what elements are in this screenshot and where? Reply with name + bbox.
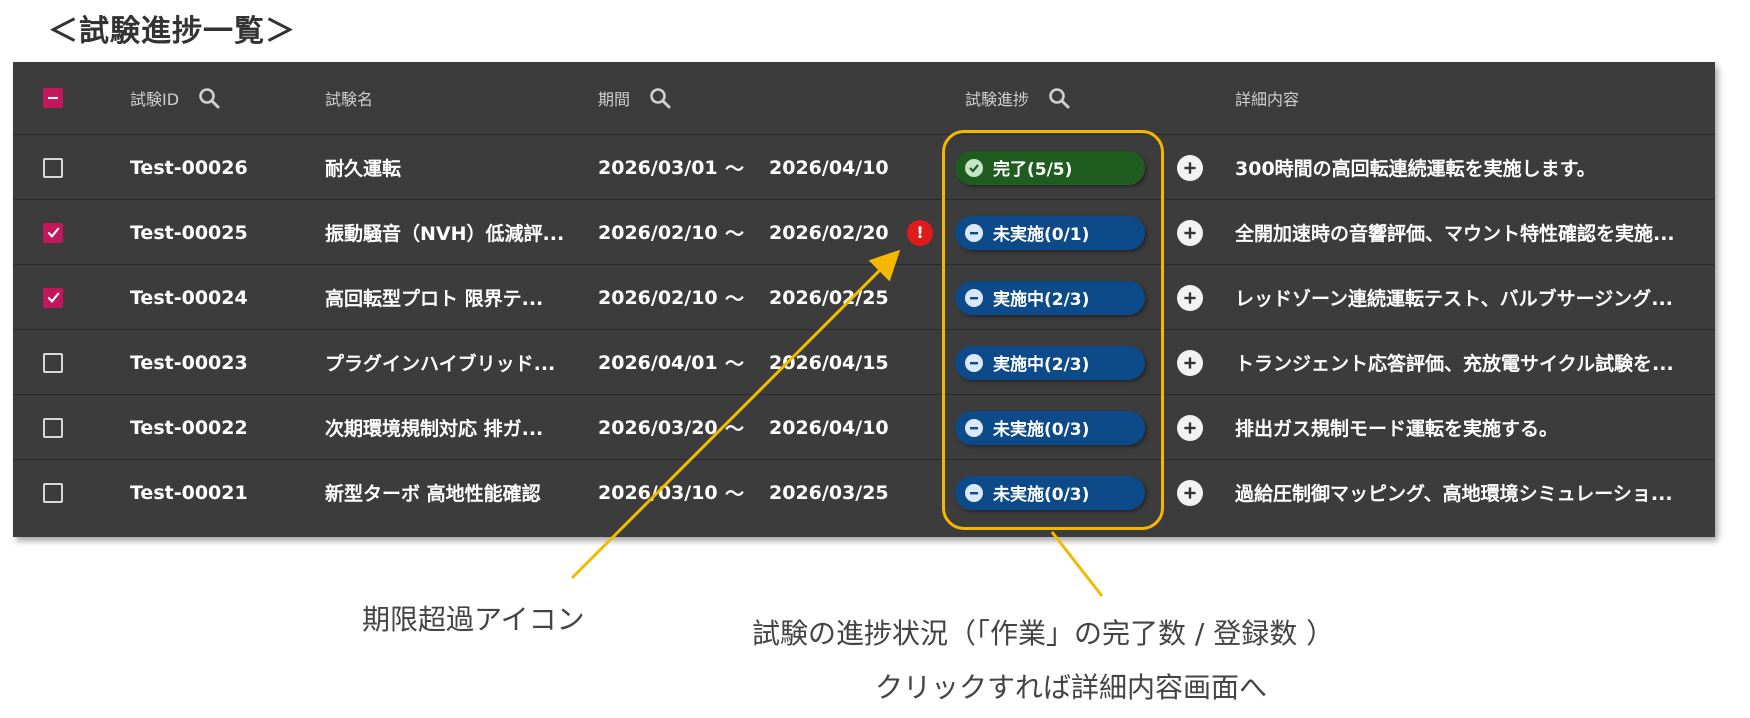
detail-cell: トランジェント応答評価、充放電サイクル試験を...	[1235, 353, 1674, 375]
progress-status-label: 実施中(2/3)	[993, 290, 1090, 310]
plus-circle-icon[interactable]	[1177, 349, 1203, 376]
search-icon[interactable]	[197, 86, 221, 110]
test-progress-table: 試験ID 試験名 期間 試験進捗 詳細内容 Test-00026 耐久運転 2026…	[13, 62, 1715, 537]
test-id-cell: Test-00025	[130, 221, 248, 244]
detail-cell: 300時間の高回転連続運転を実施します。	[1235, 158, 1596, 180]
column-header-period: 期間	[598, 90, 631, 109]
plus-circle-icon[interactable]	[1177, 219, 1203, 246]
minus-circle-icon	[965, 288, 983, 307]
period-start-cell: 2026/04/01	[598, 351, 718, 374]
test-name-cell: 次期環境規制対応 排ガ...	[325, 418, 544, 440]
period-separator: 〜	[725, 288, 745, 310]
period-separator: 〜	[725, 353, 745, 375]
select-all-checkbox[interactable]	[43, 88, 63, 108]
test-id-cell: Test-00021	[130, 481, 248, 504]
progress-status-button[interactable]: 実施中(2/3)	[955, 345, 1145, 380]
table-row[interactable]: Test-00024 高回転型プロト 限界テ... 2026/02/10 〜 2026/…	[13, 264, 1715, 330]
period-start-cell: 2026/03/10	[598, 481, 718, 504]
plus-circle-icon[interactable]	[1177, 284, 1203, 311]
minus-circle-icon	[965, 483, 983, 502]
period-start-cell: 2026/02/10	[598, 221, 718, 244]
table-row[interactable]: Test-00025 振動騒音（NVH）低減評... 2026/02/10 〜 2026…	[13, 199, 1715, 265]
table-row[interactable]: Test-00023 プラグインハイブリッド... 2026/04/01 〜 2026/…	[13, 329, 1715, 395]
period-separator: 〜	[725, 223, 745, 245]
row-checkbox[interactable]	[43, 222, 63, 243]
progress-click-annotation: クリックすれば詳細内容画面へ	[875, 671, 1268, 704]
overdue-warning-icon: !	[907, 219, 933, 246]
progress-status-label: 未実施(0/3)	[993, 485, 1090, 505]
column-header-detail: 詳細内容	[1235, 90, 1300, 109]
overdue-icon-annotation: 期限超過アイコン	[362, 603, 585, 636]
column-header-test-id: 試験ID	[130, 90, 180, 109]
test-id-cell: Test-00026	[130, 156, 248, 179]
table-row[interactable]: Test-00022 次期環境規制対応 排ガ... 2026/03/20 〜 2026/…	[13, 394, 1715, 460]
table-header-row: 試験ID 試験名 期間 試験進捗 詳細内容	[13, 62, 1715, 134]
row-checkbox[interactable]	[43, 287, 63, 308]
detail-cell: 排出ガス規制モード運転を実施する。	[1235, 418, 1559, 440]
progress-status-label: 実施中(2/3)	[993, 355, 1090, 375]
test-id-cell: Test-00022	[130, 416, 248, 439]
period-end-cell: 2026/02/25	[769, 286, 889, 309]
period-end-cell: 2026/03/25	[769, 481, 889, 504]
progress-status-label: 完了(5/5)	[993, 160, 1073, 180]
period-separator: 〜	[725, 418, 745, 440]
minus-circle-icon	[965, 418, 983, 437]
table-row[interactable]: Test-00021 新型ターボ 高地性能確認 2026/03/10 〜 2026/03…	[13, 459, 1715, 525]
page-title: ＜試験進捗一覧＞	[48, 14, 296, 49]
test-name-cell: 振動騒音（NVH）低減評...	[325, 223, 565, 245]
progress-status-button[interactable]: 完了(5/5)	[955, 150, 1145, 185]
period-start-cell: 2026/02/10	[598, 286, 718, 309]
progress-status-button[interactable]: 未実施(0/3)	[955, 475, 1145, 510]
period-separator: 〜	[725, 483, 745, 505]
column-header-progress: 試験進捗	[965, 90, 1030, 109]
plus-circle-icon[interactable]	[1177, 154, 1203, 181]
test-name-cell: 高回転型プロト 限界テ...	[325, 288, 544, 310]
detail-cell: 全開加速時の音響評価、マウント特性確認を実施...	[1235, 223, 1675, 245]
progress-status-label: 未実施(0/3)	[993, 420, 1090, 440]
detail-cell: 過給圧制御マッピング、高地環境シミュレーショ...	[1235, 483, 1673, 505]
period-separator: 〜	[725, 158, 745, 180]
progress-status-button[interactable]: 実施中(2/3)	[955, 280, 1145, 315]
progress-status-button[interactable]: 未実施(0/3)	[955, 410, 1145, 445]
table-row[interactable]: Test-00026 耐久運転 2026/03/01 〜 2026/04/10 完了(5/…	[13, 134, 1715, 200]
minus-circle-icon	[965, 223, 983, 242]
row-checkbox[interactable]	[43, 157, 63, 178]
progress-annotation: 試験の進捗状況（「作業」の完了数 / 登録数 ）	[752, 617, 1335, 650]
progress-status-button[interactable]: 未実施(0/1)	[955, 215, 1145, 250]
test-id-cell: Test-00023	[130, 351, 248, 374]
period-start-cell: 2026/03/20	[598, 416, 718, 439]
test-name-cell: 耐久運転	[325, 158, 402, 180]
progress-status-label: 未実施(0/1)	[993, 225, 1090, 245]
plus-circle-icon[interactable]	[1177, 414, 1203, 441]
row-checkbox[interactable]	[43, 417, 63, 438]
period-end-cell: 2026/04/10	[769, 156, 889, 179]
progress-pointer-line	[1050, 531, 1104, 597]
column-header-test-name: 試験名	[325, 90, 374, 109]
test-id-cell: Test-00024	[130, 286, 248, 309]
period-end-cell: 2026/02/20	[769, 221, 889, 244]
detail-cell: レッドゾーン連続運転テスト、バルブサージング...	[1235, 288, 1673, 310]
plus-circle-icon[interactable]	[1177, 479, 1203, 506]
search-icon[interactable]	[648, 86, 672, 110]
test-name-cell: 新型ターボ 高地性能確認	[325, 483, 541, 505]
period-end-cell: 2026/04/10	[769, 416, 889, 439]
row-checkbox[interactable]	[43, 352, 63, 373]
test-name-cell: プラグインハイブリッド...	[325, 353, 556, 375]
period-start-cell: 2026/03/01	[598, 156, 718, 179]
search-icon[interactable]	[1047, 86, 1071, 110]
period-end-cell: 2026/04/15	[769, 351, 889, 374]
check-circle-icon	[965, 158, 983, 177]
row-checkbox[interactable]	[43, 482, 63, 503]
minus-circle-icon	[965, 353, 983, 372]
